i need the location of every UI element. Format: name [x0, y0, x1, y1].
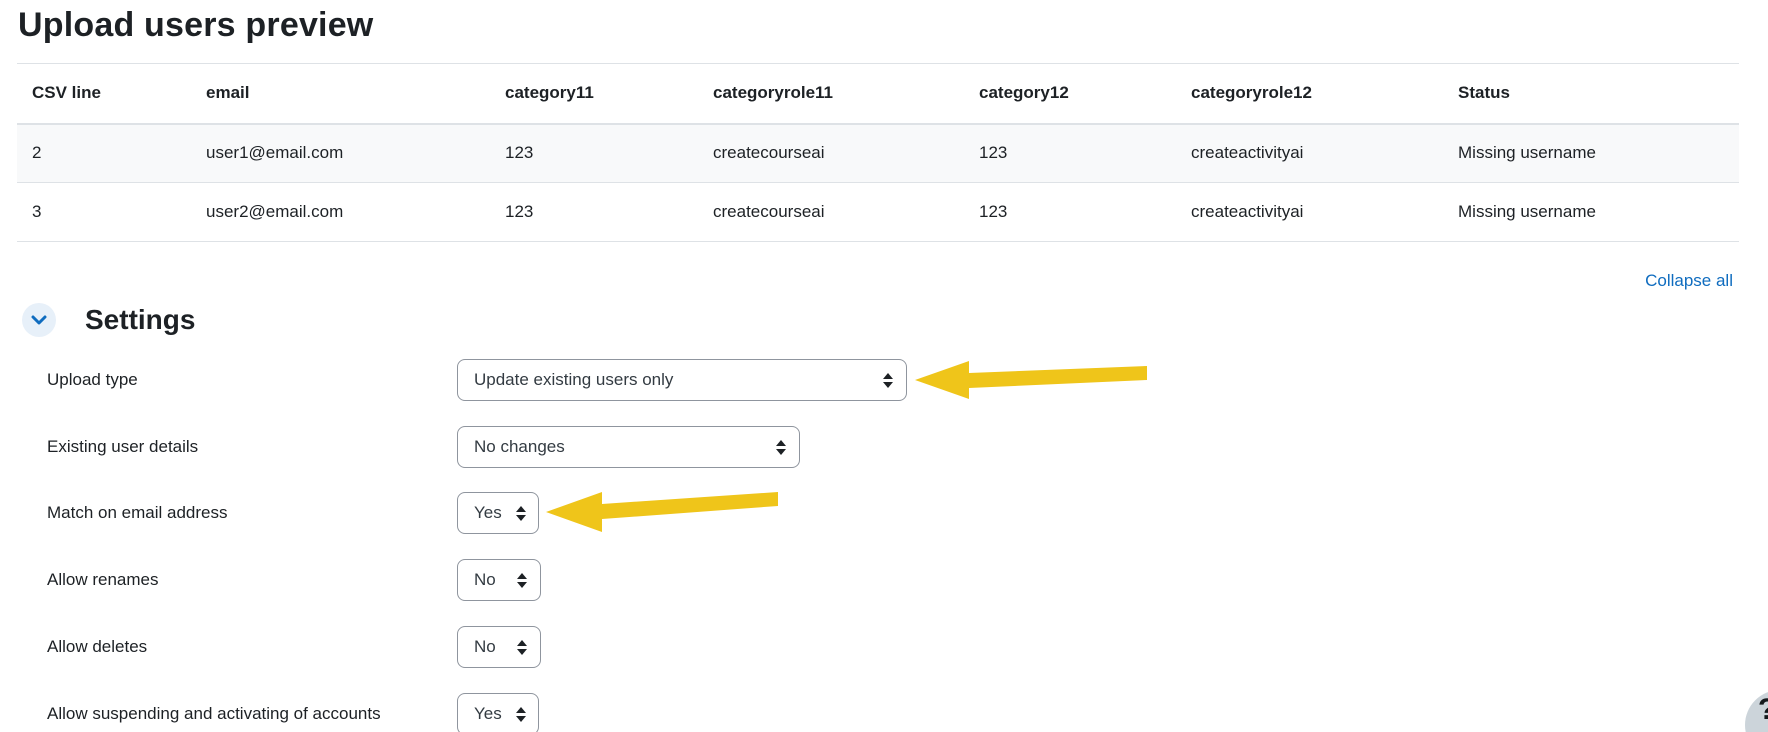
allow-suspending-selected-value: Yes: [474, 704, 502, 723]
column-header-csv-line: CSV line: [17, 63, 191, 125]
cell-csv-line: 2: [17, 123, 191, 183]
column-header-categoryrole11: categoryrole11: [698, 63, 964, 125]
allow-suspending-label: Allow suspending and activating of accou…: [47, 704, 381, 723]
cell-email: user1@email.com: [191, 123, 490, 183]
upload-type-select[interactable]: Update existing users only: [457, 359, 907, 401]
upload-type-label: Upload type: [47, 370, 138, 389]
cell-status: Missing username: [1443, 182, 1739, 242]
select-arrows-icon: [517, 639, 527, 655]
collapse-all-link[interactable]: Collapse all: [1645, 271, 1733, 291]
table-header-row: CSV line email category11 categoryrole11…: [17, 63, 1739, 125]
column-header-status: Status: [1443, 63, 1739, 125]
column-header-category11: category11: [490, 63, 698, 125]
form-row-allow-renames: Allow renames No: [0, 559, 1768, 601]
cell-category11: 123: [490, 123, 698, 183]
csv-preview-table: CSV line email category11 categoryrole11…: [17, 63, 1739, 242]
question-mark-icon: ?: [1758, 693, 1768, 727]
upload-users-preview-page: Upload users preview CSV line email cate…: [0, 0, 1768, 732]
form-row-existing-user-details: Existing user details No changes: [0, 426, 1768, 468]
match-on-email-select[interactable]: Yes: [457, 492, 539, 534]
cell-categoryrole11: createcourseai: [698, 182, 964, 242]
form-row-allow-suspending: Allow suspending and activating of accou…: [0, 693, 1768, 732]
select-arrows-icon: [776, 439, 786, 455]
allow-renames-select[interactable]: No: [457, 559, 541, 601]
cell-category12: 123: [964, 123, 1176, 183]
upload-type-selected-value: Update existing users only: [474, 370, 674, 389]
allow-deletes-select[interactable]: No: [457, 626, 541, 668]
cell-category12: 123: [964, 182, 1176, 242]
allow-deletes-label: Allow deletes: [47, 637, 148, 656]
select-arrows-icon: [515, 706, 526, 722]
match-on-email-label: Match on email address: [47, 503, 228, 522]
select-arrows-icon: [883, 372, 893, 388]
cell-csv-line: 3: [17, 182, 191, 242]
cell-categoryrole11: createcourseai: [698, 123, 964, 183]
column-header-category12: category12: [964, 63, 1176, 125]
column-header-email: email: [191, 63, 490, 125]
existing-user-details-label: Existing user details: [47, 437, 199, 456]
existing-user-details-selected-value: No changes: [474, 437, 565, 456]
form-row-match-on-email: Match on email address Yes: [0, 492, 1768, 534]
cell-status: Missing username: [1443, 123, 1739, 183]
column-header-categoryrole12: categoryrole12: [1176, 63, 1443, 125]
allow-suspending-select[interactable]: Yes: [457, 693, 539, 732]
allow-deletes-selected-value: No: [474, 637, 496, 656]
form-row-allow-deletes: Allow deletes No: [0, 626, 1768, 668]
page-title: Upload users preview: [18, 6, 374, 44]
cell-email: user2@email.com: [191, 182, 490, 242]
cell-category11: 123: [490, 182, 698, 242]
settings-section-heading: Settings: [85, 304, 196, 335]
form-row-upload-type: Upload type Update existing users only: [0, 359, 1768, 401]
table-row: 2 user1@email.com 123 createcourseai 123…: [17, 123, 1739, 183]
chevron-down-icon: [31, 315, 47, 325]
select-arrows-icon: [515, 505, 526, 521]
match-on-email-selected-value: Yes: [474, 503, 502, 522]
cell-categoryrole12: createactivityai: [1176, 123, 1443, 183]
allow-renames-selected-value: No: [474, 570, 496, 589]
existing-user-details-select[interactable]: No changes: [457, 426, 800, 468]
allow-renames-label: Allow renames: [47, 570, 159, 589]
settings-collapse-toggle-button[interactable]: [22, 303, 56, 337]
select-arrows-icon: [517, 572, 527, 588]
table-row: 3 user2@email.com 123 createcourseai 123…: [17, 182, 1739, 242]
cell-categoryrole12: createactivityai: [1176, 182, 1443, 242]
